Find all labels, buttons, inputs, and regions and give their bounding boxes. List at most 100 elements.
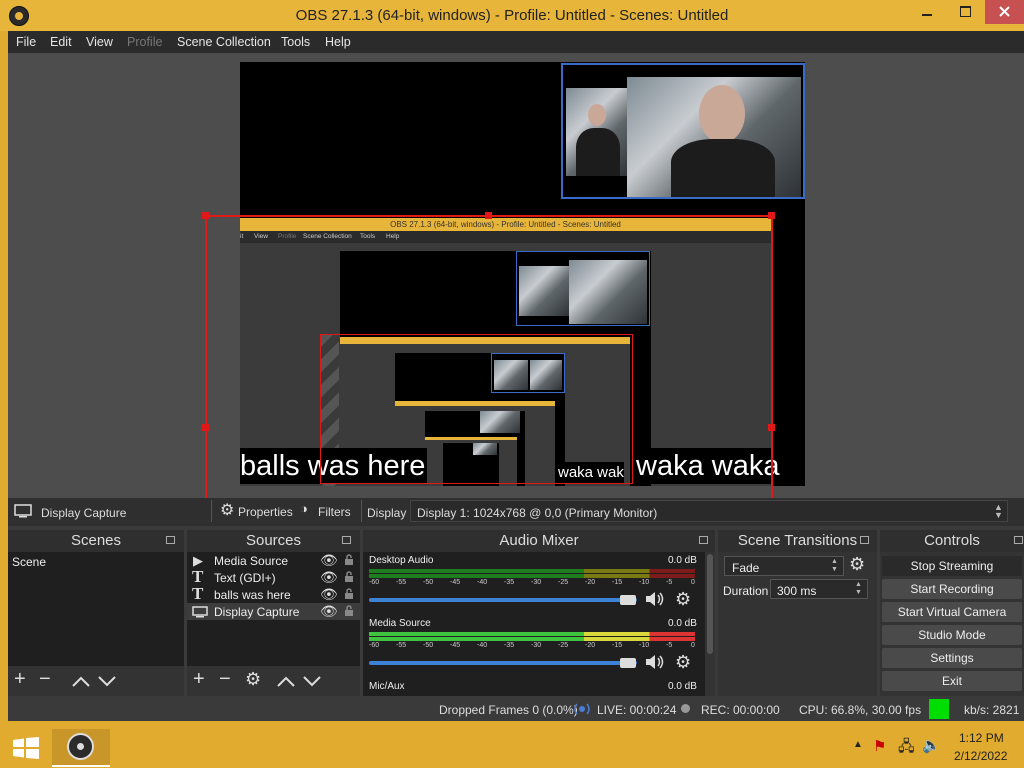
volume-slider[interactable] xyxy=(369,598,637,602)
minimize-icon xyxy=(922,14,932,16)
move-up-icon[interactable] xyxy=(277,675,295,687)
display-label: Display xyxy=(367,506,407,520)
broadcast-icon xyxy=(574,703,590,715)
remove-scene-button[interactable]: − xyxy=(39,668,51,691)
resize-handle-ml[interactable] xyxy=(202,424,209,431)
menu-profile[interactable]: Profile xyxy=(127,35,162,49)
start-virtual-camera-button[interactable]: Start Virtual Camera xyxy=(882,602,1022,622)
maximize-icon xyxy=(960,6,971,17)
resize-handle-tr[interactable] xyxy=(768,212,775,219)
windows-start-icon[interactable] xyxy=(13,737,39,759)
channel-db: 0.0 dB xyxy=(668,618,697,629)
title-bar: OBS 27.1.3 (64-bit, windows) - Profile: … xyxy=(0,0,1024,31)
source-item-media[interactable]: ▶ Media Source 👁 xyxy=(187,552,360,569)
eye-icon[interactable]: 👁 xyxy=(320,569,338,586)
menu-view[interactable]: View xyxy=(86,35,113,49)
filters-button[interactable]: ◑ Filters xyxy=(300,501,360,521)
undock-icon[interactable] xyxy=(166,536,175,544)
channel-settings-gear-icon[interactable]: ⚙ xyxy=(675,589,691,610)
move-down-icon[interactable] xyxy=(303,675,321,687)
scene-transitions-dock: Scene Transitions Fade ▲ ▼ ⚙ Duration 300… xyxy=(718,530,877,696)
source-properties-gear-icon[interactable]: ⚙ xyxy=(245,669,261,690)
webcam-frame[interactable] xyxy=(561,63,805,199)
obs-icon xyxy=(67,733,94,760)
volume-slider-handle[interactable] xyxy=(620,595,636,605)
chevron-updown-icon: ▲ ▼ xyxy=(831,558,838,573)
window-title: OBS 27.1.3 (64-bit, windows) - Profile: … xyxy=(295,7,729,24)
mixer-scrollbar[interactable] xyxy=(707,554,713,654)
scenes-list[interactable]: Scene xyxy=(8,552,184,666)
sources-title: Sources xyxy=(187,530,360,552)
remove-source-button[interactable]: − xyxy=(219,668,231,691)
tray-chevron-up-icon[interactable]: ▲ xyxy=(853,739,863,750)
resize-handle-tl[interactable] xyxy=(202,212,209,219)
menu-edit[interactable]: Edit xyxy=(50,35,72,49)
lock-icon[interactable] xyxy=(344,588,354,600)
move-down-icon[interactable] xyxy=(98,675,116,687)
eye-icon[interactable]: 👁 xyxy=(320,586,338,603)
divider xyxy=(211,500,212,522)
filters-icon: ◑ xyxy=(300,501,308,516)
taskbar-date[interactable]: 2/12/2022 xyxy=(954,749,1007,763)
exit-button[interactable]: Exit xyxy=(882,671,1022,691)
level-meter xyxy=(369,574,695,578)
undock-icon[interactable] xyxy=(342,536,351,544)
eye-icon[interactable]: 👁 xyxy=(320,552,338,569)
lock-icon[interactable] xyxy=(344,605,354,617)
webcam-feed xyxy=(627,77,801,197)
sources-list[interactable]: ▶ Media Source 👁 T Text (GDI+) 👁 T balls… xyxy=(187,552,360,666)
chevron-updown-icon: ▲ ▼ xyxy=(994,502,1003,520)
menu-file[interactable]: File xyxy=(16,35,36,49)
action-center-flag-icon[interactable]: ⚑ xyxy=(873,737,886,755)
source-item-display-capture[interactable]: Display Capture 👁 xyxy=(187,603,360,620)
studio-mode-button[interactable]: Studio Mode xyxy=(882,625,1022,645)
eye-icon[interactable]: 👁 xyxy=(320,603,338,620)
close-button[interactable] xyxy=(985,0,1024,24)
undock-icon[interactable] xyxy=(1014,536,1023,544)
resize-handle-tm[interactable] xyxy=(485,212,492,219)
volume-icon[interactable]: 🔈 xyxy=(922,736,941,754)
settings-button[interactable]: Settings xyxy=(882,648,1022,668)
menu-help[interactable]: Help xyxy=(325,35,351,49)
add-source-button[interactable]: + xyxy=(193,668,205,691)
status-bar: Dropped Frames 0 (0.0%) LIVE: 00:00:24 R… xyxy=(8,698,1024,721)
channel-settings-gear-icon[interactable]: ⚙ xyxy=(675,652,691,673)
taskbar-obs-button[interactable] xyxy=(52,729,110,767)
transition-properties-gear-icon[interactable]: ⚙ xyxy=(849,554,865,575)
display-select[interactable]: Display 1: 1024x768 @ 0,0 (Primary Monit… xyxy=(410,500,1008,522)
stop-streaming-button[interactable]: Stop Streaming xyxy=(882,556,1022,576)
channel-db: 0.0 dB xyxy=(668,555,697,566)
resize-handle-mr[interactable] xyxy=(768,424,775,431)
spin-arrows-icon[interactable]: ▲ ▼ xyxy=(855,581,862,597)
scene-transitions-title: Scene Transitions xyxy=(718,530,877,552)
divider xyxy=(361,500,362,522)
speaker-icon[interactable] xyxy=(644,653,666,671)
add-scene-button[interactable]: + xyxy=(14,668,26,691)
source-item-text-gdi[interactable]: T Text (GDI+) 👁 xyxy=(187,567,360,586)
nested-selection-box xyxy=(320,334,633,484)
gear-icon: ⚙ xyxy=(220,502,235,519)
duration-spinbox[interactable]: 300 ms ▲ ▼ xyxy=(770,579,868,599)
maximize-button[interactable] xyxy=(946,0,984,24)
transition-select[interactable]: Fade ▲ ▼ xyxy=(724,556,844,576)
lock-icon[interactable] xyxy=(344,571,354,583)
volume-slider-handle[interactable] xyxy=(620,658,636,668)
source-toolbar: Display Capture ⚙ Properties ◑ Filters D… xyxy=(8,498,1024,526)
scene-item[interactable]: Scene xyxy=(12,555,46,569)
undock-icon[interactable] xyxy=(860,536,869,544)
move-up-icon[interactable] xyxy=(72,675,90,687)
rec-timer: REC: 00:00:00 xyxy=(701,703,780,717)
sources-toolbar: + − ⚙ xyxy=(187,668,360,694)
menu-scene-collection[interactable]: Scene Collection xyxy=(177,35,271,49)
undock-icon[interactable] xyxy=(699,536,708,544)
lock-icon[interactable] xyxy=(344,554,354,566)
properties-button[interactable]: ⚙ Properties xyxy=(220,501,293,521)
source-item-balls[interactable]: T balls was here 👁 xyxy=(187,584,360,603)
minimize-button[interactable] xyxy=(908,0,946,24)
taskbar-time[interactable]: 1:12 PM xyxy=(959,731,1004,745)
network-icon[interactable]: 🖧 xyxy=(898,736,915,761)
volume-slider[interactable] xyxy=(369,661,637,665)
menu-tools[interactable]: Tools xyxy=(281,35,310,49)
speaker-icon[interactable] xyxy=(644,590,666,608)
start-recording-button[interactable]: Start Recording xyxy=(882,579,1022,599)
